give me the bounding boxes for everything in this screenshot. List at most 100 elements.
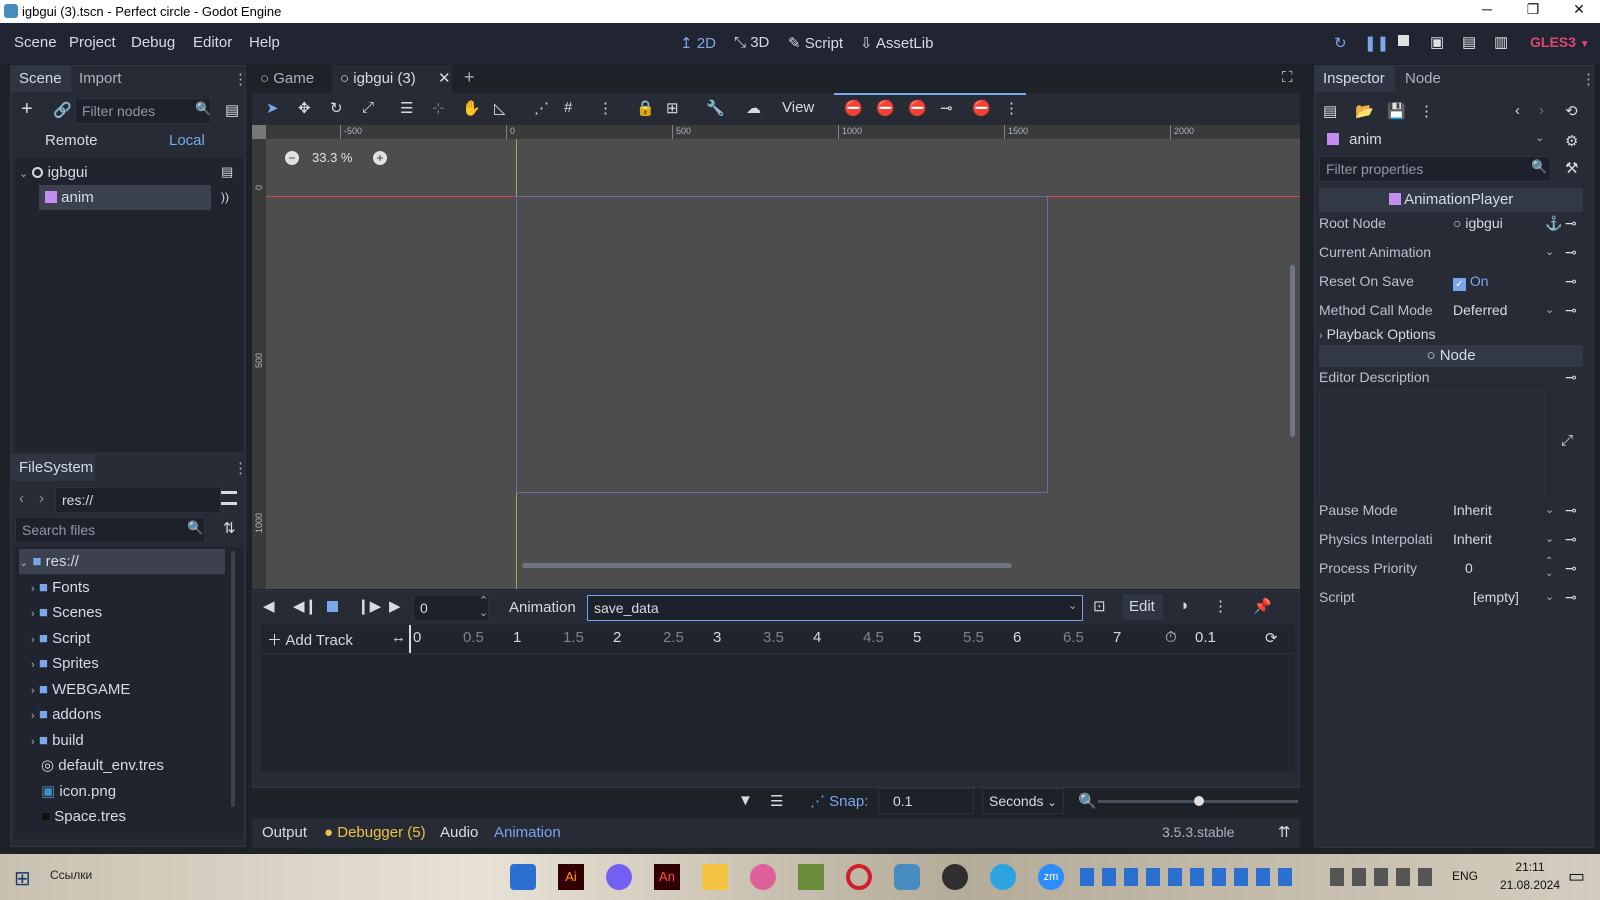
snap-label[interactable]: ⋰ Snap: [810,792,868,810]
reset-on-save-checkbox[interactable]: ✓ On [1453,267,1489,296]
canvas-viewport[interactable]: -500 0 500 1000 1500 2000 0 500 1000 − 3… [252,125,1300,589]
keyframe-icon[interactable]: ⊸ [1565,525,1577,554]
stop-icon[interactable] [327,601,338,612]
app-opera-icon[interactable] [846,864,872,890]
script-attached-icon[interactable]: ▤ [221,164,233,180]
file-tree-file[interactable]: ■ Space.tres [41,804,126,829]
object-menu-icon[interactable]: ⚙ [1565,132,1578,150]
keyframe-icon[interactable]: ⊸ [1565,296,1577,325]
frame-spinbox[interactable]: 0 [413,595,489,621]
key-scale-icon[interactable]: ⛔ [908,99,927,117]
keyframe-icon[interactable]: ⊸ [1565,209,1577,238]
history-forward-icon[interactable]: › [1539,102,1544,119]
search-files-input[interactable]: Search files [15,517,205,543]
list-select-icon[interactable]: ☰ [400,99,413,117]
menu-scene[interactable]: Scene [14,34,57,51]
camera-override-icon[interactable]: ☁ [746,99,761,117]
expand-panel-icon[interactable]: ⇈ [1278,823,1291,841]
forward-icon[interactable]: › [39,490,44,507]
file-tree-folder[interactable]: › ■ Scenes [31,600,102,625]
app-photos-icon[interactable] [510,864,536,890]
viewport-vscrollbar[interactable] [1290,265,1295,437]
path-field[interactable]: res:// [55,487,221,513]
keyframe-icon[interactable]: ⊸ [1565,583,1577,612]
pause-icon[interactable]: ❚❚ [1364,34,1389,52]
system-tray-icons[interactable] [1330,868,1440,886]
file-tree-folder[interactable]: › ■ addons [31,702,101,727]
select-tool-icon[interactable]: ➤ [266,99,279,117]
pan-tool-icon[interactable]: ✋ [462,99,481,117]
dock-menu-icon[interactable]: ⋮ [1581,70,1596,88]
track-area[interactable] [261,655,1295,771]
menu-project[interactable]: Project [69,34,116,51]
maximize-button[interactable]: ❐ [1510,1,1556,23]
sort-icon[interactable]: ⇅ [223,519,236,537]
key-rotation-icon[interactable]: ⛔ [876,99,895,117]
file-tree-folder[interactable]: › ■ WEBGAME [31,677,130,702]
pin-icon[interactable]: 📌 [1253,597,1272,615]
split-view-icon[interactable] [221,491,237,505]
stop-icon[interactable] [1398,35,1409,46]
tree-node-anim[interactable]: anim [39,185,211,210]
move-tool-icon[interactable]: ✥ [298,99,311,117]
zoom-slider-handle[interactable] [1194,796,1204,806]
loop-icon[interactable]: ⟳ [1265,629,1278,647]
keyframe-icon[interactable]: ⊸ [1565,496,1577,525]
clock-time[interactable]: 21:11 [1500,860,1560,874]
editor-description-textarea[interactable] [1319,390,1545,500]
play-backwards-icon[interactable]: ◀❙ [293,597,317,615]
file-tree-file[interactable]: ◎ default_env.tres [41,753,164,778]
tab-scene[interactable]: Scene [19,70,62,87]
notifications-icon[interactable]: ▭ [1568,866,1585,887]
key-position-icon[interactable]: ⛔ [844,99,863,117]
script-resource-picker[interactable]: [empty] [1473,583,1519,612]
distraction-free-icon[interactable]: ⛶ [1282,69,1293,86]
snap-value-field[interactable]: 0.1 [878,788,974,814]
workspace-3d-button[interactable]: ⤡ 3D [734,34,769,51]
tab-import[interactable]: Import [79,70,122,87]
grid-snap-icon[interactable]: # [564,99,572,116]
key-options-icon[interactable]: ⋮ [1004,99,1019,117]
root-node-value[interactable]: ○ igbgui [1453,209,1503,238]
expand-text-icon[interactable]: ⤢ [1561,432,1573,449]
open-resource-icon[interactable]: 📂 [1355,102,1374,120]
property-options-icon[interactable]: ⚒ [1565,159,1578,177]
onion-options-icon[interactable]: ⋮ [1213,597,1228,615]
add-node-icon[interactable]: + [21,98,33,121]
insert-key-icon[interactable]: ⊸ [940,99,953,117]
play-backwards-from-end-icon[interactable]: ◀ [263,597,275,615]
tab-animation[interactable]: Animation [494,824,561,841]
app-zoom-icon[interactable]: zm [1038,864,1064,890]
snap-unit-select[interactable]: Seconds ⌄ [982,788,1064,814]
track-width-icon[interactable]: ↔ [391,629,406,646]
menu-debug[interactable]: Debug [131,34,175,51]
back-icon[interactable]: ‹ [19,490,24,507]
pivot-tool-icon[interactable]: ⊹ [432,99,445,117]
signal-icon[interactable]: )) [221,190,229,204]
viewport-hscrollbar[interactable] [522,563,1012,568]
app-viber-icon[interactable] [606,864,632,890]
language-indicator[interactable]: ENG [1452,869,1478,883]
workspace-script-button[interactable]: ✎ Script [788,34,843,52]
file-tree-file[interactable]: ▣ icon.png [41,779,116,804]
close-button[interactable]: ✕ [1556,1,1600,23]
windows-start-icon[interactable]: ⊞ [14,866,31,891]
onion-skin-icon[interactable]: ◑ [1179,597,1188,614]
instance-scene-icon[interactable]: 🔗 [53,101,72,119]
new-tab-icon[interactable]: + [464,67,475,88]
attach-script-icon[interactable]: ▤ [225,101,239,119]
filter-icon[interactable]: ▼ [738,792,753,809]
links-toolbar[interactable]: Ссылки [50,868,92,882]
movie-icon[interactable]: ▥ [1494,33,1508,51]
close-tab-icon[interactable]: ✕ [438,69,451,87]
clock-date[interactable]: 21.08.2024 [1496,878,1564,892]
renderer-select[interactable]: GLES3 ▼ [1530,34,1590,50]
menu-editor[interactable]: Editor [193,34,232,51]
play-from-start-icon[interactable]: ▶ [389,597,401,615]
lock-icon[interactable]: 🔒 [636,99,655,117]
resource-menu-icon[interactable]: ⋮ [1419,102,1434,120]
physics-interpolation-select[interactable]: Inherit [1453,525,1492,554]
file-tree-root[interactable]: ⌄ ■ res:// [19,549,225,574]
rotate-tool-icon[interactable]: ↻ [330,99,343,117]
workspace-assetlib-button[interactable]: ⇩ AssetLib [860,34,933,52]
